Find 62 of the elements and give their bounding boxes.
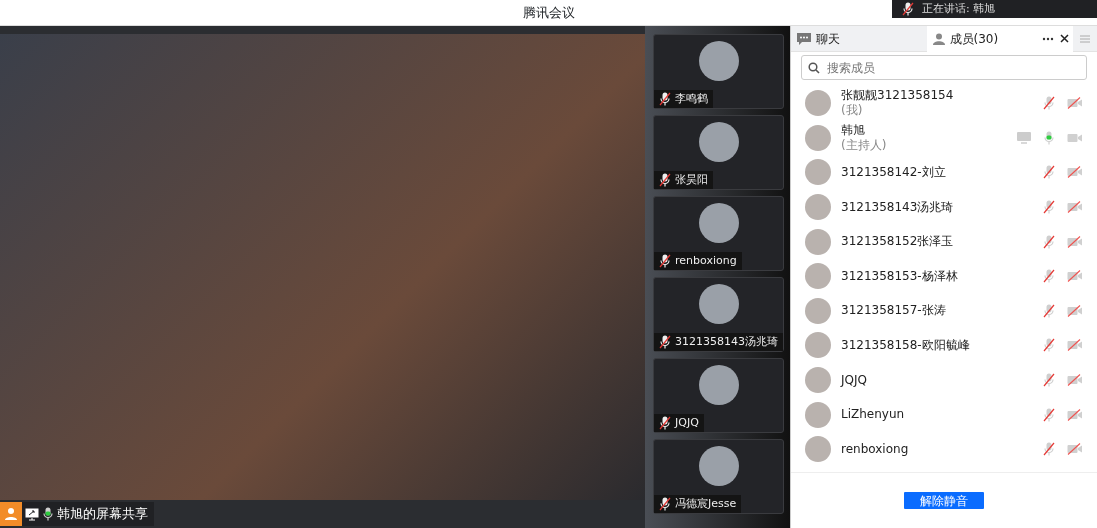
member-row[interactable]: LiZhenyun	[791, 397, 1097, 432]
avatar	[805, 90, 831, 117]
member-name: 3121358142-刘立	[841, 165, 947, 180]
member-row[interactable]: 3121358158-欧阳毓峰	[791, 328, 1097, 363]
avatar	[805, 194, 831, 221]
participant-name: renboxiong	[675, 252, 737, 269]
member-name: 3121358143汤兆琦	[841, 199, 955, 215]
participant-name: 3121358143汤兆琦	[675, 333, 778, 350]
close-icon[interactable]	[1060, 34, 1070, 43]
avatar	[805, 332, 831, 359]
chat-icon	[797, 32, 811, 45]
panel-tab[interactable]: 聊天	[791, 25, 927, 52]
search-field[interactable]: 搜索成员	[801, 55, 1087, 80]
participant-name: 李鸣鹤	[675, 90, 708, 107]
avatar	[805, 367, 831, 394]
screen-share-icon	[25, 507, 39, 521]
avatar	[805, 436, 831, 463]
member-row[interactable]: JQJQ	[791, 362, 1097, 398]
member-name: JQJQ	[841, 372, 868, 388]
search-icon	[808, 61, 820, 74]
member-name: 张靓靓3121358154	[841, 88, 955, 104]
speaking-text: 正在讲话: 韩旭	[922, 0, 996, 17]
avatar	[698, 203, 739, 243]
member-row[interactable]: 张靓靓3121358154 (我)	[791, 86, 1097, 121]
person-icon	[932, 32, 945, 45]
muted-microphone-icon	[902, 1, 914, 16]
panel-tab[interactable]: 成员(30)	[926, 25, 1043, 52]
avatar	[805, 401, 831, 428]
participant-name: JQJQ	[675, 414, 699, 431]
member-name: 3121358158-欧阳毓峰	[841, 337, 971, 353]
avatar	[698, 446, 739, 486]
person-icon	[0, 502, 22, 526]
member-row[interactable]: renboxiong	[791, 431, 1097, 467]
member-role: (我)	[841, 103, 864, 119]
avatar	[698, 284, 739, 324]
avatar	[805, 159, 831, 186]
more-icon[interactable]	[1042, 36, 1055, 41]
avatar	[805, 228, 831, 255]
member-role: (主持人)	[841, 137, 888, 153]
window-title: 腾讯会议	[522, 5, 575, 20]
member-row[interactable]: 3121358157-张涛	[791, 293, 1097, 329]
member-name: 3121358157-张涛	[841, 303, 947, 319]
member-row[interactable]: 3121358152张泽玉	[791, 224, 1097, 259]
avatar	[805, 124, 831, 151]
member-name: 3121358152张泽玉	[841, 234, 955, 250]
member-name: 韩旭	[841, 122, 866, 138]
avatar	[698, 41, 739, 81]
member-row[interactable]: 3121358143汤兆琦	[791, 189, 1097, 225]
avatar	[805, 297, 831, 324]
avatar	[698, 365, 739, 405]
participant-name: 冯德宸Jesse	[675, 495, 737, 512]
share-label: 韩旭的屏幕共享	[57, 505, 148, 524]
member-row[interactable]: 3121358153-杨泽林	[791, 258, 1097, 294]
member-row[interactable]: 韩旭 (主持人)	[791, 120, 1097, 156]
avatar	[805, 263, 831, 290]
member-name: LiZhenyun	[841, 407, 906, 423]
participant-name: 张昊阳	[675, 171, 708, 188]
member-row[interactable]: 3121358142-刘立	[791, 155, 1097, 190]
member-name: renboxiong	[841, 441, 910, 457]
member-name: 3121358153-杨泽林	[841, 268, 959, 284]
avatar	[698, 122, 739, 162]
unmute-all-button[interactable]: 解除静音	[904, 492, 984, 509]
